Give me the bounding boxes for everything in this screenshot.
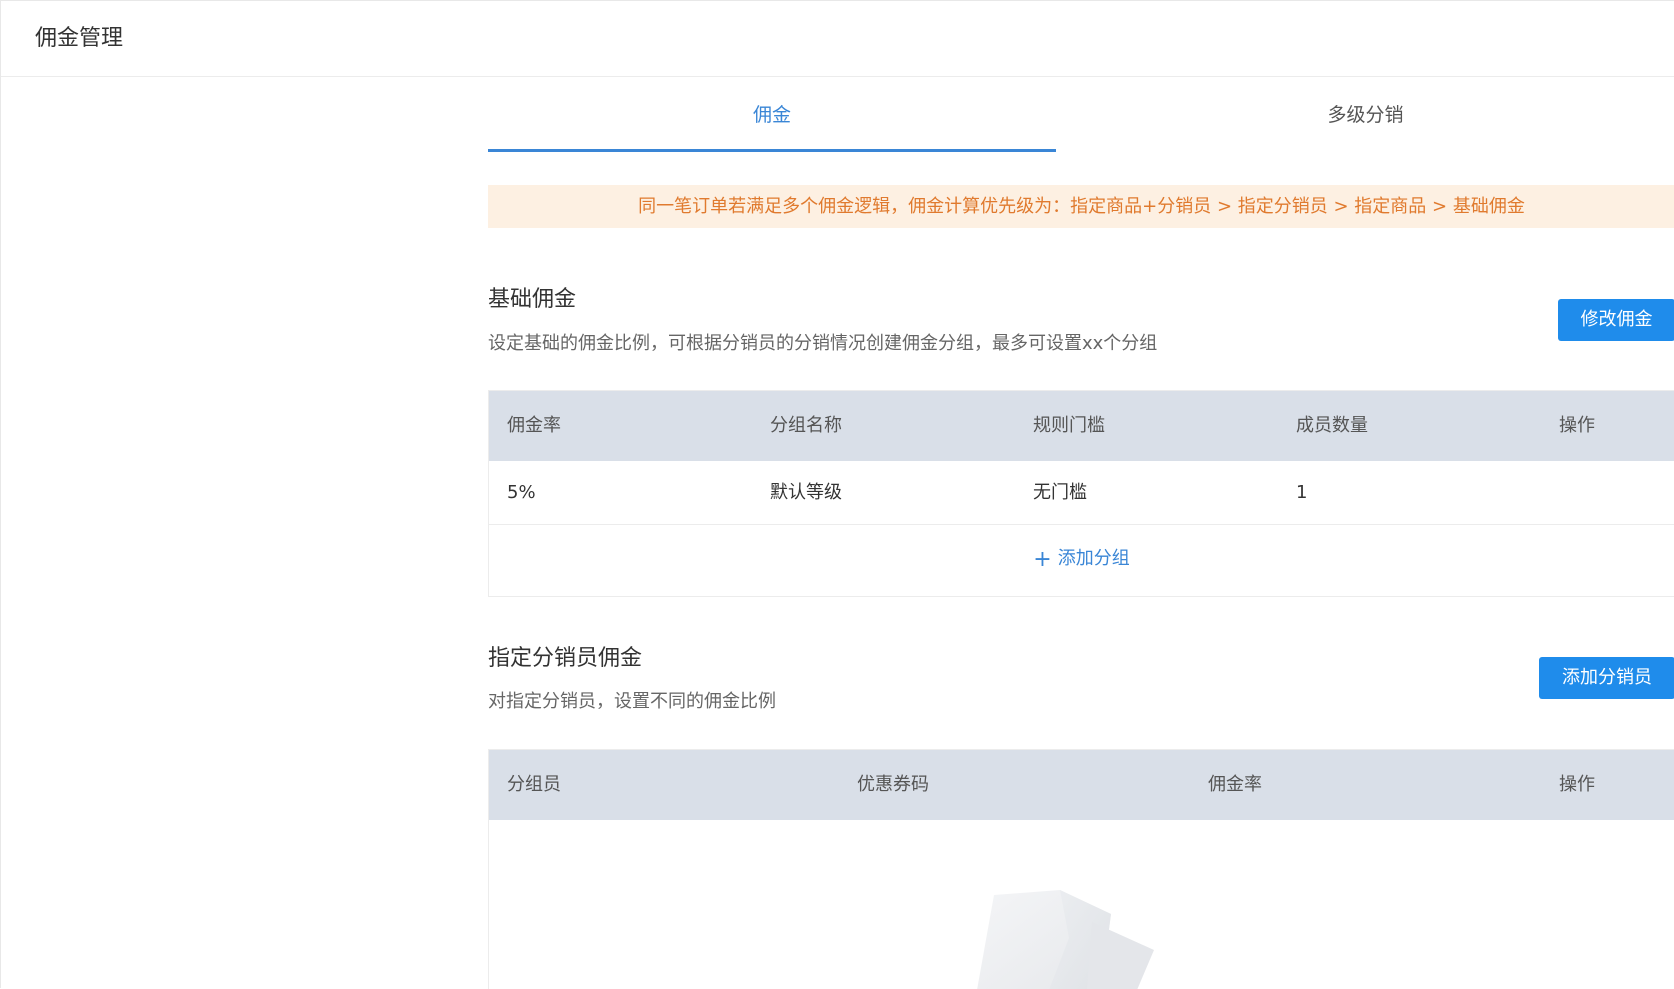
cell-rate: 5% — [507, 482, 536, 503]
designated-commission-desc: 对指定分销员，设置不同的佣金比例 — [488, 691, 776, 712]
priority-notice: 同一笔订单若满足多个佣金逻辑，佣金计算优先级为：指定商品+分销员 > 指定分销员… — [488, 185, 1674, 228]
edit-commission-button[interactable]: 修改佣金 — [1558, 299, 1674, 341]
designated-commission-table: 分组员 优惠券码 佣金率 操作 — [488, 749, 1674, 989]
basic-commission-table: 佣金率 分组名称 规则门槛 成员数量 操作 5% 默认等级 无门槛 1 + 添加分… — [488, 390, 1674, 597]
tab-multilevel-distribution[interactable]: 多级分销 — [1056, 77, 1674, 153]
empty-box-icon — [977, 890, 1154, 989]
cell-group-name: 默认等级 — [770, 482, 842, 503]
page-frame: 佣金管理 佣金 多级分销 同一笔订单若满足多个佣金逻辑，佣金计算优先级为：指定商… — [0, 0, 1674, 989]
add-distributor-button[interactable]: 添加分销员 — [1539, 657, 1674, 699]
cell-members: 1 — [1296, 482, 1308, 503]
top-bar: 佣金管理 — [1, 1, 1674, 77]
tab-commission[interactable]: 佣金 — [488, 77, 1056, 153]
tab-active-indicator — [488, 149, 1056, 152]
column-header-threshold: 规则门槛 — [1033, 415, 1105, 436]
column-header-action: 操作 — [1559, 415, 1595, 436]
tab-bar: 佣金 多级分销 — [488, 77, 1674, 153]
add-group-label: 添加分组 — [1057, 548, 1130, 569]
page-title: 佣金管理 — [35, 26, 124, 51]
plus-icon: + — [1033, 547, 1052, 572]
table-header: 佣金率 分组名称 规则门槛 成员数量 操作 — [489, 391, 1674, 461]
designated-commission-title: 指定分销员佣金 — [488, 646, 643, 671]
basic-commission-desc: 设定基础的佣金比例，可根据分销员的分销情况创建佣金分组，最多可设置xx个分组 — [488, 333, 1158, 354]
column-header-group-name: 分组名称 — [770, 415, 842, 436]
add-group-button[interactable]: + 添加分组 — [489, 546, 1674, 573]
cell-threshold: 无门槛 — [1033, 482, 1087, 503]
basic-commission-title: 基础佣金 — [488, 287, 577, 312]
column-header-rate: 佣金率 — [507, 415, 561, 436]
column-header-members: 成员数量 — [1296, 415, 1368, 436]
row-divider — [489, 524, 1674, 525]
